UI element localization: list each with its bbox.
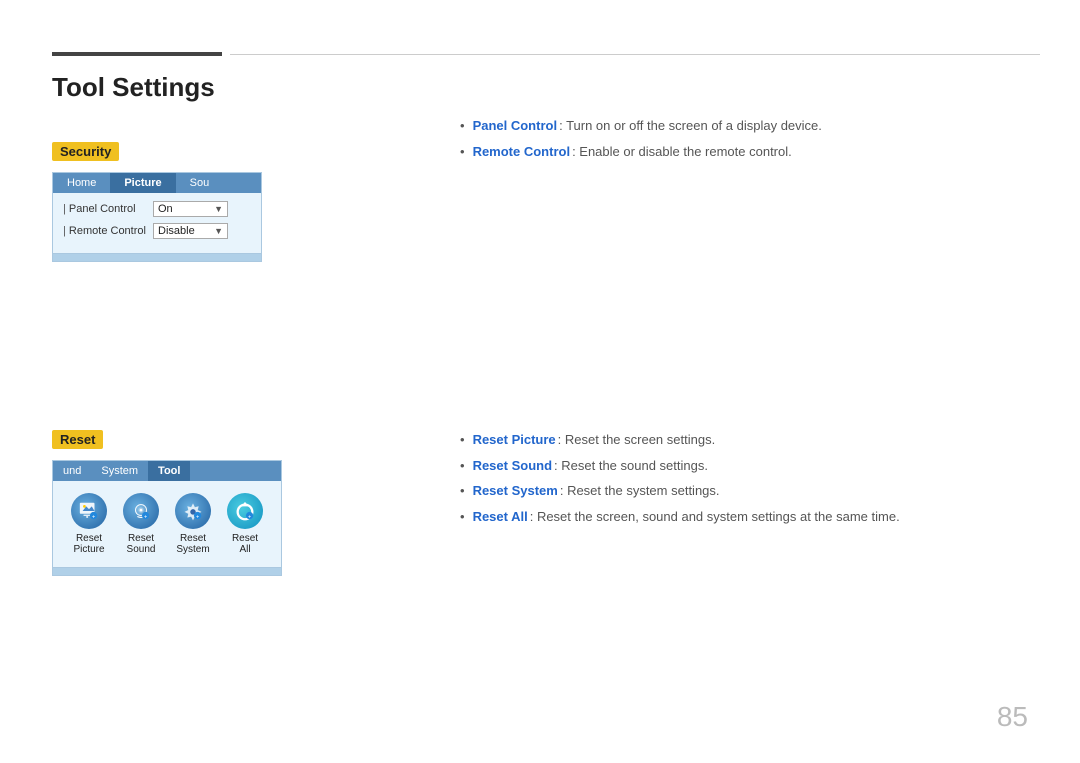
reset-all-icon: +	[227, 493, 263, 529]
page-title: Tool Settings	[52, 72, 215, 103]
security-mockup: Home Picture Sou Panel Control On ▼ Remo…	[52, 172, 262, 262]
reset-all-label1: Reset	[232, 533, 258, 544]
remote-control-desc-link: Remote Control	[473, 142, 571, 162]
reset-sound-desc-link: Reset Sound	[473, 456, 552, 476]
svg-text:+: +	[92, 514, 95, 520]
panel-control-arrow: ▼	[214, 204, 223, 214]
reset-all-desc: Reset All : Reset the screen, sound and …	[460, 507, 1040, 527]
remote-control-value: Disable	[158, 225, 195, 237]
mockup-body: Panel Control On ▼ Remote Control Disabl…	[53, 193, 261, 253]
svg-text:+: +	[144, 514, 147, 520]
reset-all-item: + Reset All	[223, 493, 267, 555]
reset-sound-desc-text: : Reset the sound settings.	[554, 456, 708, 476]
reset-mockup-bottom	[53, 567, 281, 575]
panel-control-select[interactable]: On ▼	[153, 201, 228, 217]
remote-control-arrow: ▼	[214, 226, 223, 236]
reset-sound-item: + Reset Sound	[119, 493, 163, 555]
panel-control-desc-text: : Turn on or off the screen of a display…	[559, 116, 822, 136]
remote-control-select[interactable]: Disable ▼	[153, 223, 228, 239]
mockup-tab-picture[interactable]: Picture	[110, 173, 175, 193]
reset-descriptions: Reset Picture : Reset the screen setting…	[460, 430, 1040, 532]
remote-control-desc-text: : Enable or disable the remote control.	[572, 142, 792, 162]
reset-system-desc-text: : Reset the system settings.	[560, 481, 720, 501]
reset-badge: Reset	[52, 430, 103, 449]
reset-mockup: und System Tool + Reset Picture	[52, 460, 282, 576]
reset-all-desc-text: : Reset the screen, sound and system set…	[530, 507, 900, 527]
remote-control-label: Remote Control	[63, 225, 153, 237]
reset-picture-icon: +	[71, 493, 107, 529]
mockup-bottom-bar	[53, 253, 261, 261]
remote-control-row: Remote Control Disable ▼	[63, 223, 251, 239]
picture-svg: +	[78, 500, 100, 522]
top-border-right	[230, 54, 1040, 55]
panel-control-desc-link: Panel Control	[473, 116, 558, 136]
security-desc-panel: Panel Control : Turn on or off the scree…	[460, 116, 1040, 136]
panel-control-label: Panel Control	[63, 203, 153, 215]
reset-picture-desc-text: : Reset the screen settings.	[558, 430, 716, 450]
svg-text:+: +	[248, 514, 251, 520]
reset-sound-label2: Sound	[127, 544, 156, 555]
reset-picture-item: + Reset Picture	[67, 493, 111, 555]
all-svg: +	[234, 500, 256, 522]
reset-system-icon: +	[175, 493, 211, 529]
security-desc-remote: Remote Control : Enable or disable the r…	[460, 142, 1040, 162]
mockup-tab-bar: Home Picture Sou	[53, 173, 261, 193]
reset-sound-desc: Reset Sound : Reset the sound settings.	[460, 456, 1040, 476]
sound-svg: +	[130, 500, 152, 522]
reset-system-desc: Reset System : Reset the system settings…	[460, 481, 1040, 501]
panel-control-value: On	[158, 203, 173, 215]
reset-picture-label1: Reset	[76, 533, 102, 544]
reset-tab-bar: und System Tool	[53, 461, 281, 481]
reset-tab-tool[interactable]: Tool	[148, 461, 190, 481]
svg-text:+: +	[196, 514, 199, 520]
reset-all-label2: All	[239, 544, 250, 555]
reset-all-desc-link: Reset All	[473, 507, 528, 527]
reset-tab-und[interactable]: und	[53, 461, 91, 481]
security-badge: Security	[52, 142, 119, 161]
reset-system-label1: Reset	[180, 533, 206, 544]
reset-system-desc-link: Reset System	[473, 481, 558, 501]
reset-icons-body: + Reset Picture + Reset Sound	[53, 481, 281, 567]
reset-system-label2: System	[176, 544, 209, 555]
security-descriptions: Panel Control : Turn on or off the scree…	[460, 116, 1040, 167]
top-border-left	[52, 52, 222, 56]
mockup-tab-sou[interactable]: Sou	[176, 173, 224, 193]
system-svg: +	[182, 500, 204, 522]
panel-control-row: Panel Control On ▼	[63, 201, 251, 217]
reset-picture-desc: Reset Picture : Reset the screen setting…	[460, 430, 1040, 450]
reset-picture-desc-link: Reset Picture	[473, 430, 556, 450]
page-number: 85	[997, 701, 1028, 733]
mockup-tab-home[interactable]: Home	[53, 173, 110, 193]
reset-system-item: + Reset System	[171, 493, 215, 555]
reset-picture-label2: Picture	[73, 544, 104, 555]
reset-sound-label1: Reset	[128, 533, 154, 544]
reset-tab-system[interactable]: System	[91, 461, 148, 481]
reset-sound-icon: +	[123, 493, 159, 529]
